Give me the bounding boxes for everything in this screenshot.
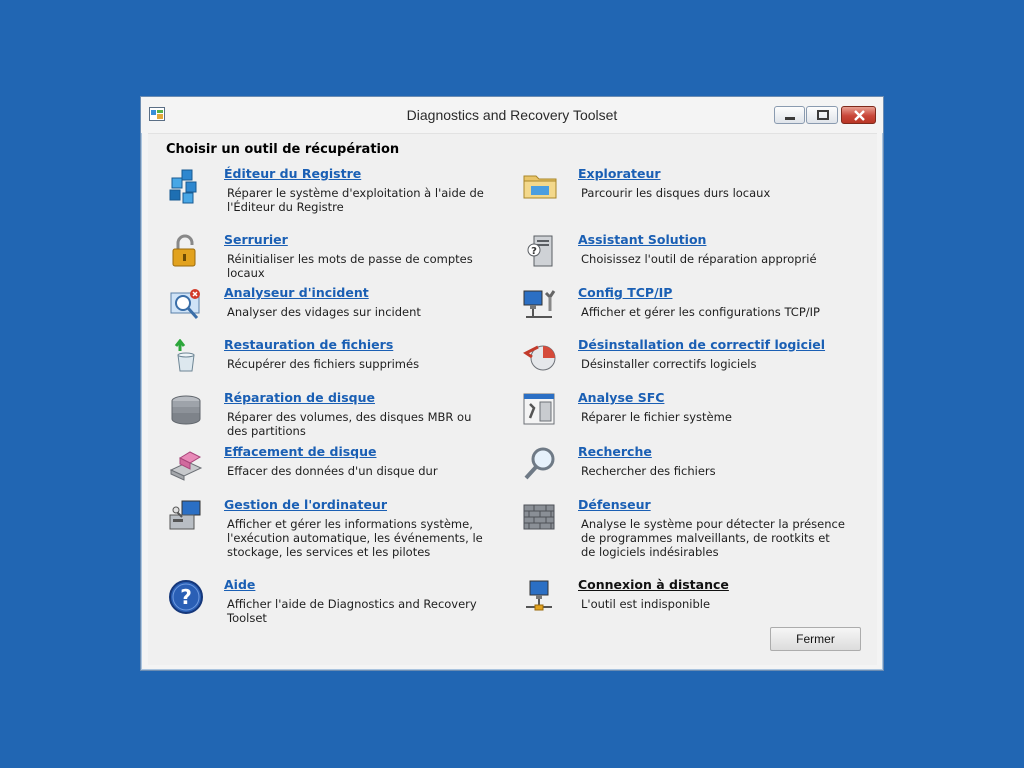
tool-desc-sfc-scan: Réparer le fichier système bbox=[581, 410, 732, 424]
tool-desc-tcpip-config: Afficher et gérer les configurations TCP… bbox=[581, 305, 820, 319]
tool-desc-locksmith: Réinitialiser les mots de passe de compt… bbox=[227, 252, 473, 280]
network-config-icon bbox=[523, 290, 556, 318]
tool-link-explorer[interactable]: Explorateur bbox=[578, 166, 661, 181]
tool-link-sfc-scan[interactable]: Analyse SFC bbox=[578, 390, 664, 405]
folder-explorer-icon bbox=[523, 175, 557, 199]
tool-link-hotfix-uninstall[interactable]: Désinstallation de correctif logiciel bbox=[578, 337, 825, 352]
tool-desc-crash-analyzer: Analyser des vidages sur incident bbox=[227, 305, 421, 319]
dart-window: Diagnostics and Recovery Toolset Choisir… bbox=[140, 96, 884, 671]
tool-desc-defender: Analyse le système pour détecter la prés… bbox=[581, 517, 845, 559]
help-question-icon: ? bbox=[169, 580, 203, 614]
tool-link-registry-editor[interactable]: Éditeur du Registre bbox=[224, 166, 361, 181]
tool-link-file-restore[interactable]: Restauration de fichiers bbox=[224, 337, 393, 352]
firewall-wall-icon bbox=[523, 504, 555, 530]
svg-text:?: ? bbox=[180, 585, 192, 609]
tool-desc-disk-repair: Réparer des volumes, des disques MBR ou … bbox=[227, 410, 472, 438]
tool-link-remote-connection[interactable]: Connexion à distance bbox=[578, 577, 729, 592]
tool-link-locksmith[interactable]: Serrurier bbox=[224, 232, 288, 247]
tool-link-tcpip-config[interactable]: Config TCP/IP bbox=[578, 285, 672, 300]
window-title: Diagnostics and Recovery Toolset bbox=[406, 107, 618, 123]
tool-desc-solution-wizard: Choisissez l'outil de réparation appropr… bbox=[581, 252, 817, 266]
sfc-icon bbox=[523, 393, 555, 425]
close-window-button[interactable] bbox=[841, 106, 876, 124]
minimize-button[interactable] bbox=[774, 106, 805, 124]
hotfix-uninstall-icon bbox=[523, 345, 556, 371]
eraser-icon bbox=[169, 451, 203, 481]
tool-desc-search: Rechercher des fichiers bbox=[581, 464, 716, 478]
solution-wizard-icon: ? bbox=[527, 235, 553, 267]
tool-desc-help: Afficher l'aide de Diagnostics and Recov… bbox=[227, 597, 477, 625]
tool-desc-disk-wipe: Effacer des données d'un disque dur bbox=[227, 464, 438, 478]
tool-desc-hotfix-uninstall: Désinstaller correctifs logiciels bbox=[581, 357, 757, 371]
tool-link-defender[interactable]: Défenseur bbox=[578, 497, 651, 512]
tool-link-disk-repair[interactable]: Réparation de disque bbox=[224, 390, 375, 405]
padlock-icon bbox=[172, 234, 196, 267]
recycle-bin-restore-icon bbox=[174, 339, 195, 372]
page-heading: Choisir un outil de récupération bbox=[166, 142, 400, 157]
tool-link-crash-analyzer[interactable]: Analyseur d'incident bbox=[224, 285, 369, 300]
remote-connection-icon bbox=[526, 580, 552, 611]
svg-text:?: ? bbox=[531, 246, 537, 257]
tool-desc-remote-connection: L'outil est indisponible bbox=[581, 597, 711, 611]
tool-link-computer-management[interactable]: Gestion de l'ordinateur bbox=[224, 497, 387, 512]
tool-link-help[interactable]: Aide bbox=[224, 577, 255, 592]
magnifier-icon bbox=[524, 447, 555, 480]
disk-stack-icon bbox=[171, 395, 201, 425]
minimize-icon bbox=[785, 117, 795, 120]
computer-management-icon bbox=[169, 500, 201, 530]
tool-desc-computer-management: Afficher et gérer les informations systè… bbox=[227, 517, 483, 559]
tool-desc-registry-editor: Réparer le système d'exploitation à l'ai… bbox=[227, 186, 484, 214]
tool-link-solution-wizard[interactable]: Assistant Solution bbox=[578, 232, 706, 247]
close-icon bbox=[854, 110, 865, 121]
close-button[interactable]: Fermer bbox=[770, 627, 861, 651]
tool-link-disk-wipe[interactable]: Effacement de disque bbox=[224, 444, 377, 459]
tool-link-search[interactable]: Recherche bbox=[578, 444, 652, 459]
registry-cubes-icon bbox=[169, 169, 197, 204]
maximize-button[interactable] bbox=[806, 106, 838, 124]
client-area: Choisir un outil de récupération Éditeur… bbox=[148, 133, 877, 665]
title-bar[interactable]: Diagnostics and Recovery Toolset bbox=[141, 97, 883, 133]
crash-analyzer-icon bbox=[170, 289, 200, 320]
tool-desc-explorer: Parcourir les disques durs locaux bbox=[581, 186, 771, 200]
tool-desc-file-restore: Récupérer des fichiers supprimés bbox=[227, 357, 420, 371]
maximize-icon bbox=[817, 110, 829, 120]
